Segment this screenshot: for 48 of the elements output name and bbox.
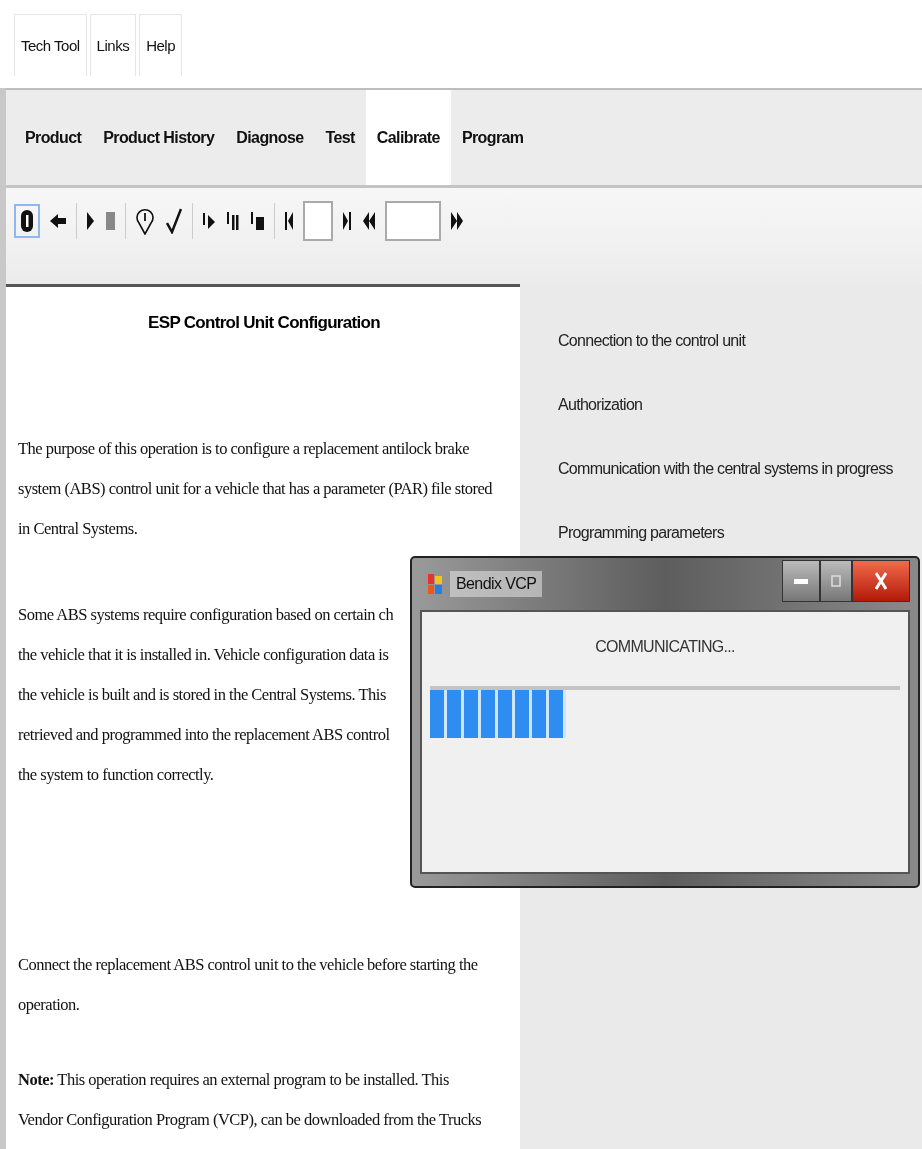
last-icon[interactable]	[341, 210, 353, 232]
tab[interactable]: Test	[314, 90, 366, 185]
maximize-button[interactable]	[820, 560, 852, 602]
step-label: Programming parameters	[558, 524, 724, 541]
maximize-icon	[831, 575, 841, 587]
step-label: Connection to the control unit	[558, 332, 746, 349]
step-label: Authorization	[558, 396, 643, 413]
tab[interactable]: Calibrate	[365, 90, 451, 185]
step-stop-icon[interactable]	[249, 209, 266, 233]
paragraph-line: the vehicle is built and is stored in the Central Systems. This	[18, 684, 386, 706]
fast-forward-icon[interactable]	[449, 210, 465, 232]
first-icon[interactable]	[283, 210, 295, 232]
menu-item[interactable]: Tech Tool	[14, 14, 87, 76]
app-logo-icon	[428, 572, 442, 596]
play-icon[interactable]	[85, 210, 96, 232]
minimize-icon	[794, 578, 808, 584]
close-icon	[875, 572, 887, 590]
paragraph-line: operation.	[18, 994, 80, 1016]
rewind-icon[interactable]	[361, 210, 377, 232]
paragraph-line: retrieved and programmed into the replacement ABS control	[18, 724, 390, 746]
checkmark-icon[interactable]	[164, 206, 184, 236]
dialog-title: Bendix VCP	[450, 571, 543, 597]
step-pause-icon[interactable]	[225, 209, 241, 233]
menu-item[interactable]: Links	[89, 14, 137, 76]
info-icon[interactable]	[14, 204, 40, 238]
paragraph-line: Some ABS systems require configuration based on certain ch	[18, 604, 394, 626]
back-arrow-icon[interactable]	[48, 211, 68, 231]
close-button[interactable]	[852, 560, 910, 602]
tab[interactable]: Diagnose	[225, 90, 315, 185]
tab[interactable]: Program	[450, 90, 535, 185]
stop-icon[interactable]	[104, 210, 117, 232]
paragraph-line: system (ABS) control unit for a vehicle that has a parameter (PAR) file stored	[18, 478, 493, 500]
tab[interactable]: Product History	[92, 90, 226, 185]
paragraph-line: Note: This operation requires an external program to be installed. This	[18, 1069, 449, 1091]
tab[interactable]: Product	[14, 90, 93, 185]
input-field[interactable]	[385, 201, 441, 241]
minimize-button[interactable]	[782, 560, 820, 602]
menu-item[interactable]: Help	[139, 14, 182, 76]
paragraph-line: in Central Systems.	[18, 518, 138, 540]
paragraph-line: The purpose of this operation is to configure a replacement antilock brake	[18, 438, 469, 460]
paragraph-line: the vehicle that it is installed in. Vehicle configuration data is	[18, 644, 389, 666]
paragraph-line: Vendor Configuration Program (VCP), can be downloaded from the Trucks	[18, 1109, 482, 1131]
document-title: ESP Control Unit Configuration	[147, 313, 381, 333]
step-label: Communication with the central systems in progress	[558, 460, 893, 477]
status-text: COMMUNICATING...	[594, 638, 736, 656]
paragraph-line: the system to function correctly.	[18, 764, 214, 786]
paragraph-line: Connect the replacement ABS control unit to the vehicle before starting the	[18, 954, 478, 976]
input-field[interactable]	[303, 201, 333, 241]
